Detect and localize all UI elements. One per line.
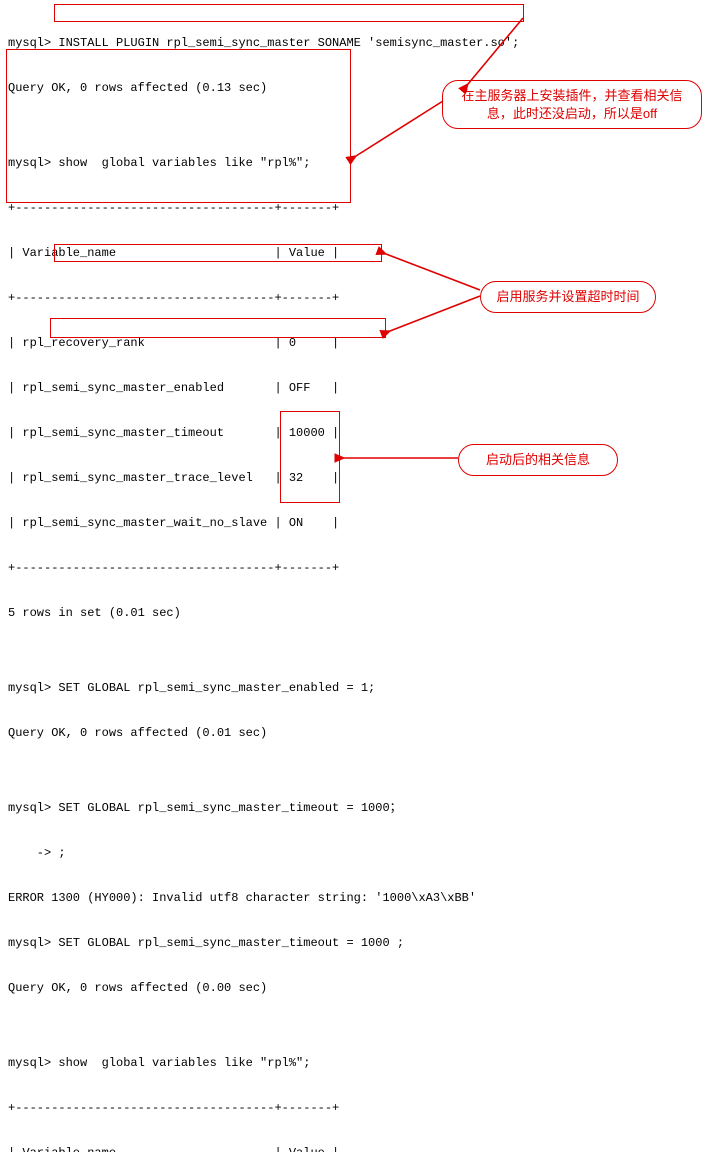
callout-text: 在主服务器上安装插件，并查看相关信息，此时还没启动，所以是off: [461, 88, 682, 121]
term-line: | rpl_semi_sync_master_wait_no_slave | O…: [8, 516, 519, 531]
term-line: mysql> show global variables like "rpl%"…: [8, 1056, 519, 1071]
terminal-output: mysql> INSTALL PLUGIN rpl_semi_sync_mast…: [8, 6, 519, 1152]
term-line: mysql> INSTALL PLUGIN rpl_semi_sync_mast…: [8, 36, 519, 51]
callout-enable-service: 启用服务并设置超时时间: [480, 281, 656, 313]
term-line: +------------------------------------+--…: [8, 201, 519, 216]
term-line: mysql> SET GLOBAL rpl_semi_sync_master_t…: [8, 801, 519, 816]
term-line: | Variable_name | Value |: [8, 246, 519, 261]
term-line: | rpl_semi_sync_master_enabled | OFF |: [8, 381, 519, 396]
term-line: | Variable_name | Value |: [8, 1146, 519, 1152]
callout-install-info: 在主服务器上安装插件，并查看相关信息，此时还没启动，所以是off: [442, 80, 702, 129]
callout-text: 启动后的相关信息: [486, 452, 590, 467]
term-line: Query OK, 0 rows affected (0.00 sec): [8, 981, 519, 996]
callout-after-start: 启动后的相关信息: [458, 444, 618, 476]
term-line: +------------------------------------+--…: [8, 561, 519, 576]
term-line: mysql> SET GLOBAL rpl_semi_sync_master_e…: [8, 681, 519, 696]
term-line: +------------------------------------+--…: [8, 1101, 519, 1116]
page-root: mysql> INSTALL PLUGIN rpl_semi_sync_mast…: [8, 6, 712, 570]
term-line: Query OK, 0 rows affected (0.01 sec): [8, 726, 519, 741]
term-line: +------------------------------------+--…: [8, 291, 519, 306]
term-line: 5 rows in set (0.01 sec): [8, 606, 519, 621]
callout-text: 启用服务并设置超时时间: [496, 289, 639, 304]
term-line: | rpl_semi_sync_master_timeout | 10000 |: [8, 426, 519, 441]
term-line: | rpl_semi_sync_master_trace_level | 32 …: [8, 471, 519, 486]
term-line: mysql> show global variables like "rpl%"…: [8, 156, 519, 171]
term-line: -> ;: [8, 846, 519, 861]
term-line: mysql> SET GLOBAL rpl_semi_sync_master_t…: [8, 936, 519, 951]
term-line: | rpl_recovery_rank | 0 |: [8, 336, 519, 351]
term-line: ERROR 1300 (HY000): Invalid utf8 charact…: [8, 891, 519, 906]
